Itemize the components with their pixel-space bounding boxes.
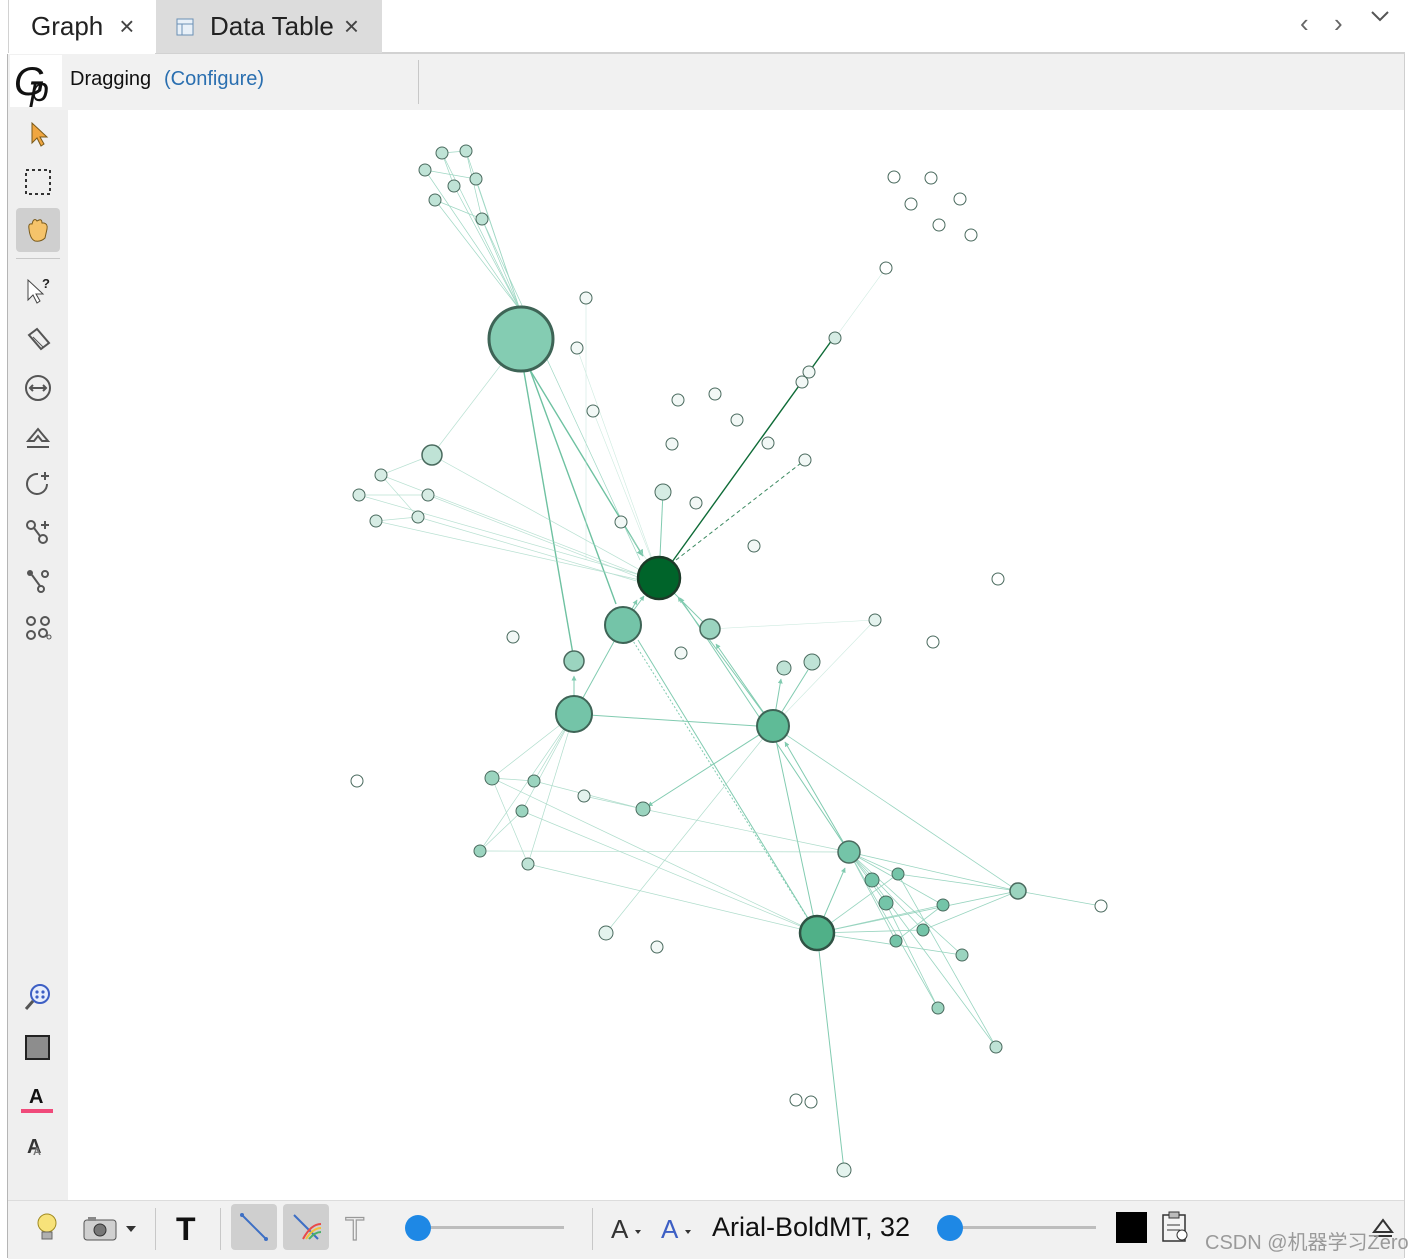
svg-text:A: A [661,1214,679,1244]
edge-color-mode-button[interactable] [283,1204,329,1250]
svg-text:T: T [176,1211,196,1244]
show-edges-button[interactable] [231,1204,277,1250]
camera-icon [83,1217,136,1241]
info-pointer-tool[interactable]: ? [16,268,60,312]
tab-data-table-label: Data Table [210,11,334,41]
add-node-icon [26,520,49,544]
show-edge-labels-button[interactable]: T [335,1204,381,1250]
gephi-logo-icon: G p [10,55,62,109]
watermark: CSDN @机器学习Zero [1205,1232,1409,1254]
clipboard-icon [1162,1211,1188,1242]
background-color-icon [25,1035,50,1060]
toolbar-separator [155,1208,156,1250]
rectangle-select-icon [25,169,51,195]
svg-text:A: A [29,1086,43,1108]
pointer-icon [31,121,49,147]
painter-icon [27,327,51,351]
svg-text:p: p [29,71,49,107]
label-size-slider-knob[interactable] [937,1215,963,1241]
brush-icon [26,472,49,495]
edge-thickness-slider[interactable] [412,1226,564,1229]
tool-separator [16,258,60,259]
label-color-icon: A [21,1086,53,1113]
nav-menu-icon[interactable] [1368,4,1392,35]
sizer-icon [25,427,51,448]
resize-tool[interactable] [16,366,60,410]
resize-icon [25,375,51,401]
edge-pencil-icon [27,570,49,593]
svg-text:?: ? [42,276,50,291]
font-label[interactable]: Arial-BoldMT, 32 [712,1212,910,1243]
node-label-color-button[interactable]: A [652,1204,698,1250]
rectangle-select-tool[interactable] [16,160,60,204]
label-size-icon: AA [27,1136,41,1158]
graph-canvas[interactable] [68,110,1404,1200]
zoom-magnifier-icon [24,984,50,1010]
text-outline-icon: T [344,1210,365,1244]
table-icon [176,18,194,35]
label-color-tool[interactable]: A [16,1076,60,1120]
info-pointer-icon: ? [27,276,50,304]
label-color-swatch[interactable] [1116,1212,1147,1243]
label-size-tool[interactable]: AA [16,1122,60,1166]
drag-hand-icon [28,219,48,242]
svg-text:A: A [33,1146,41,1158]
nav-prev-icon[interactable]: ‹ [1300,8,1309,39]
edge-line-icon [240,1213,268,1241]
drag-tool[interactable] [16,208,60,252]
tab-data-table[interactable]: Data Table × [156,0,382,53]
shortest-path-tool[interactable] [16,606,60,650]
font-color-icon: A [661,1214,691,1244]
svg-text:T: T [345,1211,365,1244]
background-color-tool[interactable] [16,1026,60,1070]
edge-thickness-slider-knob[interactable] [405,1215,431,1241]
properties-button[interactable] [1152,1204,1198,1250]
heatmap-icon [26,616,52,640]
font-dropdown-icon: A [611,1214,641,1244]
edge-pencil-tool[interactable] [16,558,60,602]
canvas-border [1404,54,1405,1258]
screenshot-button[interactable] [78,1204,140,1250]
sizer-tool[interactable] [16,414,60,458]
pointer-tool[interactable] [16,112,60,156]
painter-tool[interactable] [16,318,60,362]
tab-graph-close-icon[interactable]: × [119,11,134,42]
tab-graph[interactable]: Graph × [8,0,156,53]
rainbow-edge-icon [293,1214,322,1240]
zoom-tool[interactable] [16,976,60,1020]
mode-label: Dragging [70,68,152,90]
show-node-labels-button[interactable]: T [166,1204,212,1250]
brush-tool[interactable] [16,462,60,506]
nav-next-icon[interactable]: › [1334,8,1343,39]
lightbulb-button[interactable] [24,1204,70,1250]
label-size-slider[interactable] [944,1226,1096,1229]
toolbar-separator [418,60,419,104]
sidebar-border [7,54,8,1258]
tab-data-table-close-icon[interactable]: × [344,11,359,42]
toolbar-separator [220,1208,221,1250]
text-bold-icon: T [176,1211,196,1244]
tab-graph-label: Graph [31,11,104,41]
node-label-font-button[interactable]: A [602,1204,648,1250]
add-node-tool[interactable] [16,510,60,554]
lightbulb-icon [37,1213,57,1240]
configure-link[interactable]: (Configure) [164,68,264,91]
svg-text:A: A [611,1214,629,1244]
toolbar-separator [592,1208,593,1250]
